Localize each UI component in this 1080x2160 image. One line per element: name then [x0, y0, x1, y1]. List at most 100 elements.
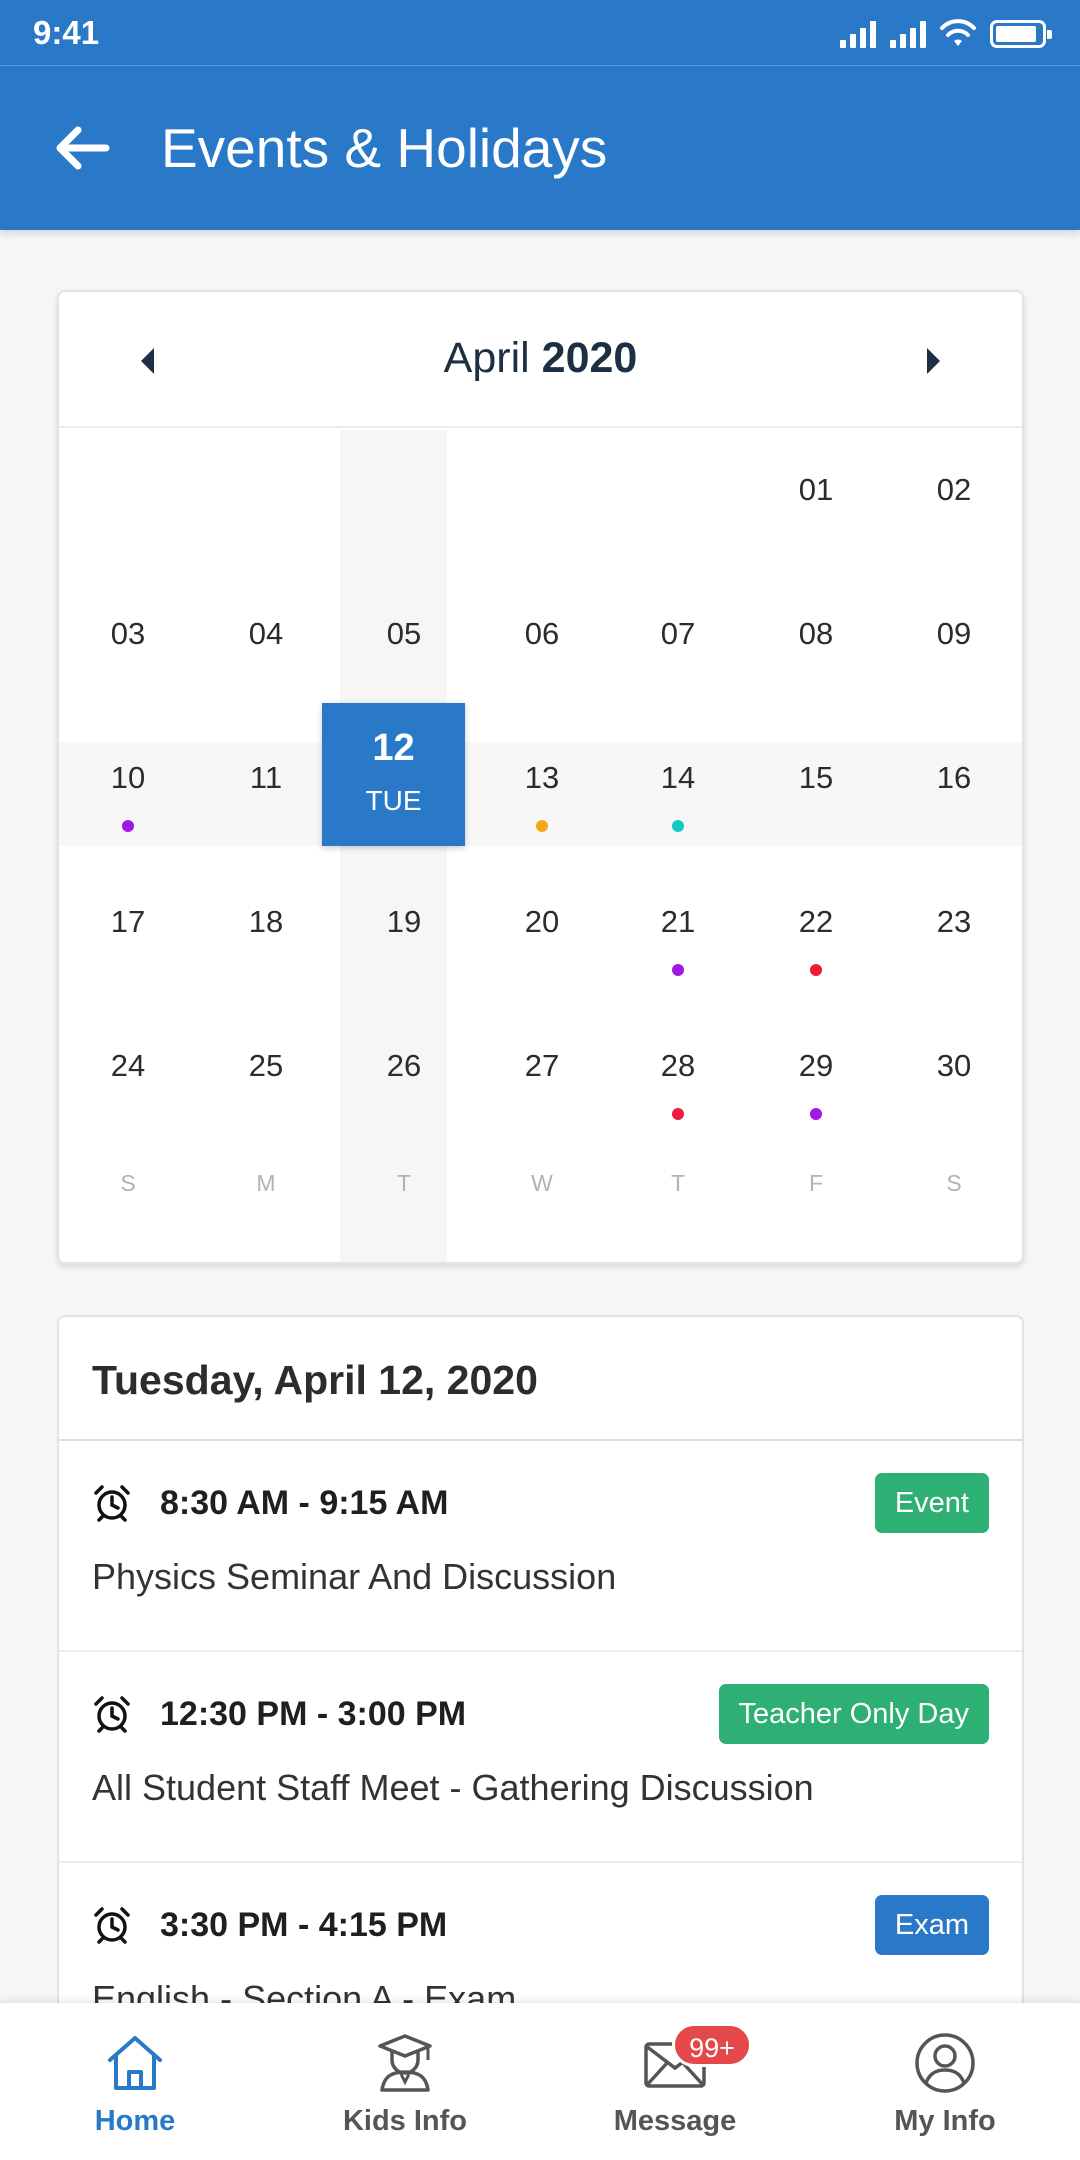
calendar-day-number: 26 [386, 1048, 422, 1083]
event-time: 12:30 PM - 3:00 PM [160, 1694, 467, 1733]
event-type-badge: Teacher Only Day [718, 1684, 989, 1744]
battery-icon [990, 20, 1052, 48]
event-title: Physics Seminar And Discussion [92, 1556, 617, 1597]
calendar-day[interactable]: 27 [473, 1006, 611, 1150]
calendar-day-number: 08 [798, 616, 834, 651]
calendar-day-number: 18 [248, 904, 284, 939]
calendar-day-number: 30 [936, 1048, 972, 1083]
events-date-heading: Tuesday, April 12, 2020 [92, 1357, 538, 1403]
weekday-label: T [396, 1170, 412, 1196]
nav-label-my-info: My Info [894, 2105, 996, 2137]
arrow-left-icon [56, 126, 110, 170]
calendar-day[interactable]: 08 [747, 574, 885, 718]
weekday-label: T [670, 1170, 686, 1196]
calendar-header: April 2020 [59, 292, 1022, 428]
calendar-day-number: 23 [936, 904, 972, 939]
event-indicator-dot [672, 964, 684, 976]
calendar-day-number: 28 [660, 1048, 696, 1083]
app-bar: Events & Holidays [0, 66, 1080, 230]
nav-label-message: Message [613, 2105, 737, 2137]
weekday-label: M [256, 1170, 276, 1196]
calendar-day[interactable]: 17 [59, 862, 197, 1006]
nav-label-kids-info: Kids Info [342, 2105, 468, 2137]
calendar-day-number: 06 [524, 616, 560, 651]
calendar-day-number: 01 [798, 472, 834, 507]
calendar-day[interactable]: 11 [197, 718, 335, 862]
back-button[interactable] [46, 112, 118, 184]
calendar-day[interactable]: 18 [197, 862, 335, 1006]
month-year-label: April 2020 [59, 334, 1022, 383]
calendar-day[interactable]: 23 [885, 862, 1022, 1006]
calendar-day[interactable]: 05 [335, 574, 473, 718]
calendar-day[interactable]: 03 [59, 574, 197, 718]
calendar-day[interactable]: 02 [885, 430, 1022, 574]
nav-item-kids-info[interactable]: Kids Info [270, 2003, 540, 2160]
nav-item-message[interactable]: Message [540, 2003, 810, 2160]
calendar-day[interactable]: 29 [747, 1006, 885, 1150]
calendar-day-number: 21 [660, 904, 696, 939]
calendar-day[interactable]: 25 [197, 1006, 335, 1150]
calendar-day[interactable]: 28 [609, 1006, 747, 1150]
event-item[interactable]: 12:30 PM - 3:00 PM Teacher Only Day All … [59, 1652, 1022, 1863]
calendar-day-number: 22 [798, 904, 834, 939]
status-icons [840, 16, 1052, 48]
calendar-day-number: 03 [110, 616, 146, 651]
weekday-label: S [946, 1170, 962, 1196]
caret-right-icon [926, 348, 940, 374]
year-label: 2020 [541, 334, 638, 382]
calendar-day[interactable]: 10 [59, 718, 197, 862]
weekday-label: W [531, 1170, 553, 1196]
event-type-badge: Exam [874, 1895, 989, 1955]
calendar-day-number: 16 [936, 760, 972, 795]
signal-icon [840, 20, 876, 48]
alarm-clock-icon [94, 1696, 130, 1733]
calendar-day[interactable]: 15 [747, 718, 885, 862]
calendar-day[interactable]: 20 [473, 862, 611, 1006]
calendar-day[interactable]: 06 [473, 574, 611, 718]
calendar-day[interactable]: 26 [335, 1006, 473, 1150]
page-title: Events & Holidays [161, 117, 608, 179]
calendar-day[interactable]: 22 [747, 862, 885, 1006]
nav-item-my-info[interactable]: My Info [810, 2003, 1080, 2160]
event-title: All Student Staff Meet - Gathering Discu… [92, 1767, 814, 1808]
calendar-day[interactable]: 30 [885, 1006, 1022, 1150]
calendar-day-number: 25 [248, 1048, 284, 1083]
nav-item-home[interactable]: Home [0, 2003, 270, 2160]
calendar-day-number: 20 [524, 904, 560, 939]
calendar-day[interactable]: 14 [609, 718, 747, 862]
status-bar: 9:41 [0, 0, 1080, 66]
calendar-day-number: 27 [524, 1048, 560, 1083]
weekday-label: S [120, 1170, 136, 1196]
calendar-day[interactable]: 13 [473, 718, 611, 862]
event-indicator-dot [536, 820, 548, 832]
event-item[interactable]: 8:30 AM - 9:15 AM Event Physics Seminar … [59, 1441, 1022, 1652]
calendar-day[interactable]: 24 [59, 1006, 197, 1150]
event-indicator-dot [122, 820, 134, 832]
calendar-day-number: 14 [660, 760, 696, 795]
wifi-icon [940, 19, 976, 46]
calendar-day-number: 09 [936, 616, 972, 651]
message-count-badge: 99+ [672, 2023, 752, 2067]
calendar-day-number: 07 [660, 616, 696, 651]
month-label: April [443, 334, 530, 382]
calendar-day[interactable]: 01 [747, 430, 885, 574]
event-time: 8:30 AM - 9:15 AM [160, 1483, 449, 1522]
calendar-day[interactable]: 04 [197, 574, 335, 718]
calendar-day-number: 13 [524, 760, 560, 795]
calendar-day[interactable]: 16 [885, 718, 1022, 862]
events-holidays-screen: 9:41 Events & Holidays April 2020 01 02 … [0, 0, 1080, 2160]
calendar-grid: 01 02 03 04 05 06 07 08 09 10 11 13 14 15 16 17 18 19 20 21… [59, 430, 1022, 1262]
next-month-button[interactable] [898, 326, 968, 396]
calendar-day[interactable]: 09 [885, 574, 1022, 718]
calendar-day[interactable]: 19 [335, 862, 473, 1006]
calendar-day[interactable]: 07 [609, 574, 747, 718]
calendar-day-number: 05 [386, 616, 422, 651]
selected-day[interactable]: 12 TUE [322, 703, 465, 846]
calendar-day-number: 17 [110, 904, 146, 939]
alarm-clock-icon [94, 1907, 130, 1944]
calendar-day[interactable]: 21 [609, 862, 747, 1006]
calendar-day-number: 04 [248, 616, 284, 651]
selected-day-number: 12 [372, 727, 415, 769]
calendar-day-number: 19 [386, 904, 422, 939]
event-type-badge: Event [874, 1473, 989, 1533]
